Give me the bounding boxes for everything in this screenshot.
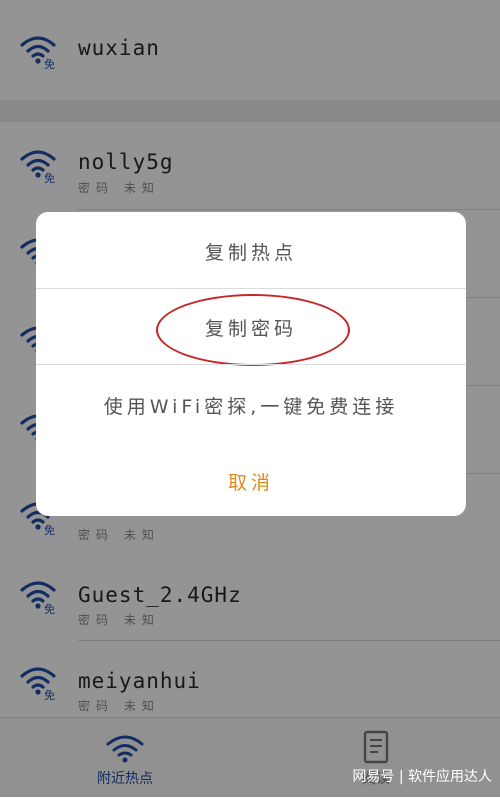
action-sheet-dialog: 复制热点 复制密码 使用WiFi密探,一键免费连接 取消 bbox=[36, 212, 466, 516]
watermark: 网易号 | 软件应用达人 bbox=[352, 769, 492, 785]
option-divider bbox=[36, 364, 466, 365]
option-divider bbox=[36, 288, 466, 289]
cancel-button[interactable]: 取消 bbox=[36, 468, 466, 495]
use-wifi-explorer-option[interactable]: 使用WiFi密探,一键免费连接 bbox=[36, 392, 466, 419]
copy-password-option[interactable]: 复制密码 bbox=[36, 314, 466, 341]
copy-hotspot-option[interactable]: 复制热点 bbox=[36, 238, 466, 265]
